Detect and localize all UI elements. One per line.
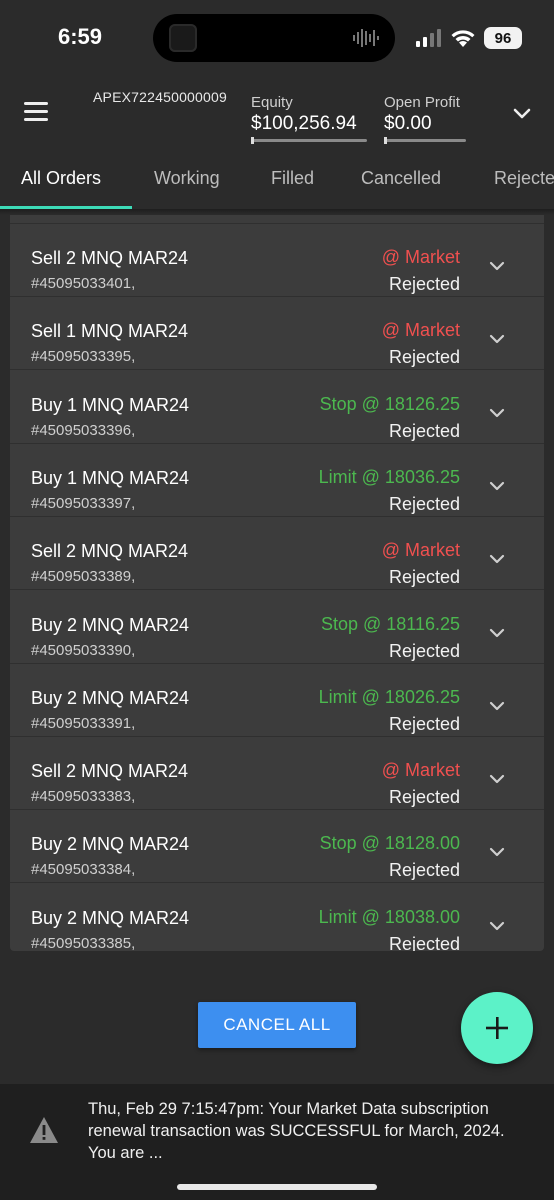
order-price: @ Market [381,540,460,561]
chevron-down-icon[interactable] [488,917,506,935]
audio-wave-icon [353,29,379,47]
order-title: Sell 2 MNQ MAR24 [31,248,189,268]
order-row[interactable]: Buy 2 MNQ MAR24 #45095033391, Limit @ 1802… [10,664,544,737]
order-price: @ Market [381,247,460,267]
order-status: Rejected [388,493,460,514]
order-tabs: All Orders Working Filled Cancelled Reje… [0,158,554,210]
tab-rejected[interactable]: Rejected [494,168,554,189]
cancel-all-button[interactable]: CANCEL ALL [198,1002,356,1048]
warning-icon [30,1117,58,1143]
order-row[interactable]: Buy 1 MNQ MAR24 #45095033397, Limit @ 1803… [10,444,544,517]
chevron-down-icon[interactable] [488,697,506,715]
order-price: @ Market [381,760,460,781]
chevron-down-icon[interactable] [488,477,506,495]
chevron-down-icon[interactable] [488,330,506,348]
order-id: #45095033383, [31,788,136,806]
order-price: Stop @ 18126.25 [319,393,460,414]
plus-icon [486,1017,508,1039]
order-row[interactable]: Sell 2 MNQ MAR24 #45095033389, @ Market Rej… [10,517,544,591]
order-status: Rejected [388,640,460,661]
order-row[interactable]: Sell 2 MNQ MAR24 #45095033383, @ Market Rej… [10,737,544,811]
order-title: Buy 2 MNQ MAR24 [31,907,190,928]
order-status: Rejected [388,787,460,808]
status-time: 6:59 [58,24,103,49]
tab-all-orders[interactable]: All Orders [21,168,101,189]
open-profit-value: $0.00 [384,113,432,134]
order-id: #45095033389, [31,568,136,586]
order-status: Rejected [388,933,460,951]
order-status: Rejected [388,347,460,368]
order-row[interactable]: Buy 2 MNQ MAR24 #45095033384, Stop @ 18128… [10,810,544,884]
order-price: Stop @ 18116.25 [320,613,460,634]
order-title: Sell 1 MNQ MAR24 [31,321,189,342]
chevron-down-icon[interactable] [512,104,532,124]
order-title: Buy 1 MNQ MAR24 [31,467,190,488]
order-title: Sell 2 MNQ MAR24 [31,541,189,562]
order-title: Buy 2 MNQ MAR24 [31,687,190,708]
tab-filled[interactable]: Filled [271,168,314,189]
tab-working[interactable]: Working [154,168,220,189]
order-title: Buy 2 MNQ MAR24 [31,614,190,635]
order-row[interactable]: Sell 1 MNQ MAR24 #45095033395, @ Market Rej… [10,297,544,371]
order-price: Stop @ 18128.00 [319,833,460,854]
status-bar: 6:59 96 [0,0,554,78]
home-indicator[interactable] [177,1184,377,1190]
order-status: Rejected [388,420,460,441]
order-id: #45095033397, [31,494,136,512]
list-item-partial [10,215,544,224]
equity-value: $100,256.94 [251,113,357,134]
order-title: Buy 2 MNQ MAR24 [31,834,190,855]
order-id: #45095033390, [31,641,136,659]
order-status: Rejected [388,567,460,588]
order-id: #45095033391, [31,714,136,732]
wifi-icon [451,30,475,47]
equity-label: Equity [251,94,293,111]
open-profit-underline [384,137,466,144]
equity-underline [251,137,367,144]
order-row[interactable]: Buy 1 MNQ MAR24 #45095033396, Stop @ 18126… [10,371,544,444]
chevron-down-icon[interactable] [488,843,506,861]
camera-icon [169,24,197,52]
order-price: Limit @ 18038.00 [318,906,460,927]
hamburger-icon[interactable] [24,102,50,122]
order-title: Buy 1 MNQ MAR24 [31,394,190,415]
chevron-down-icon[interactable] [488,770,506,788]
notification-banner[interactable]: Thu, Feb 29 7:15:47pm: Your Market Data … [0,1084,554,1200]
order-id: #45095033396, [31,421,136,439]
order-status: Rejected [388,860,460,881]
order-price: Limit @ 18036.25 [318,466,460,487]
app-header: APEX722450000009 Equity $100,256.94 Open… [0,78,554,158]
tab-cancelled[interactable]: Cancelled [361,168,441,189]
order-id: #45095033395, [31,348,136,366]
dynamic-island [153,14,395,62]
status-indicators: 96 [416,27,522,49]
order-price: @ Market [381,320,460,341]
battery-icon: 96 [484,27,522,49]
open-profit-label: Open Profit [384,94,460,111]
chevron-down-icon[interactable] [488,257,506,275]
order-row[interactable]: Sell 2 MNQ MAR24 #45095033401, @ Market Rej… [10,224,544,297]
order-id: #45095033384, [31,861,136,879]
order-status: Rejected [388,713,460,734]
order-price: Limit @ 18026.25 [318,686,460,707]
order-id: #45095033401, [31,275,136,292]
order-status: Rejected [388,274,460,294]
chevron-down-icon[interactable] [488,624,506,642]
order-title: Sell 2 MNQ MAR24 [31,761,189,782]
order-id: #45095033385, [31,934,136,951]
account-id[interactable]: APEX722450000009 [93,89,227,105]
orders-list[interactable]: Sell 2 MNQ MAR24 #45095033401, @ Market Rej… [10,215,544,951]
chevron-down-icon[interactable] [488,404,506,422]
order-row[interactable]: Buy 2 MNQ MAR24 #45095033390, Stop @ 18116… [10,591,544,664]
open-profit-metric: Open Profit $0.00 [384,94,466,144]
equity-metric: Equity $100,256.94 [251,94,367,144]
notification-message: Thu, Feb 29 7:15:47pm: Your Market Data … [88,1100,505,1162]
cellular-signal-icon [416,29,441,47]
order-row[interactable]: Buy 2 MNQ MAR24 #45095033385, Limit @ 1803… [10,884,544,951]
add-order-button[interactable] [461,992,533,1064]
chevron-down-icon[interactable] [488,550,506,568]
